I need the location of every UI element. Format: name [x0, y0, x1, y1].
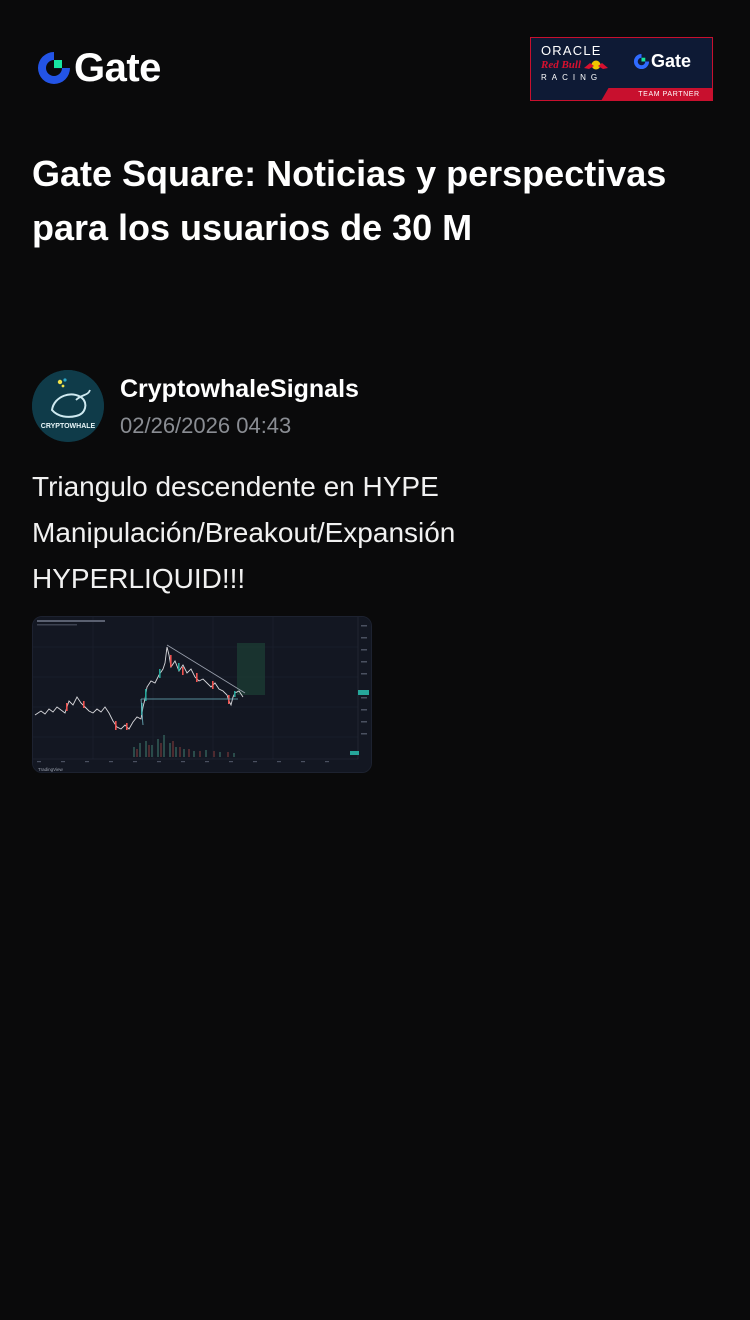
partner-gate-logo: Gate — [633, 52, 691, 70]
page-title: Gate Square: Noticias y perspectivas par… — [32, 153, 667, 248]
team-partner-text: TEAM PARTNER — [638, 91, 700, 98]
post-body-line: Manipulación/Breakout/Expansión — [32, 517, 456, 548]
post-image[interactable]: TradingView — [32, 616, 372, 773]
gate-logo-icon — [38, 52, 70, 84]
gate-logo[interactable]: Gate — [36, 46, 161, 90]
post-body: Triangulo descendente en HYPE Manipulaci… — [32, 464, 722, 602]
tradingview-watermark: TradingView — [38, 767, 64, 772]
partner-gate-text: Gate — [651, 51, 692, 71]
page: Gate ORACLE Red Bull RACING Gate TEAM PA… — [0, 0, 750, 1320]
racing-text: RACING — [541, 73, 603, 82]
author-name[interactable]: CryptowhaleSignals — [120, 374, 359, 404]
post-body-line: Triangulo descendente en HYPE — [32, 471, 439, 502]
whale-avatar-icon: CRYPTOWHALE — [32, 370, 104, 442]
gate-mini-icon — [633, 53, 650, 69]
avatar-label: CRYPTOWHALE — [41, 423, 96, 430]
partner-banner[interactable]: ORACLE Red Bull RACING Gate TEAM PARTNER — [530, 37, 713, 101]
avatar[interactable]: CRYPTOWHALE — [32, 370, 104, 442]
oracle-redbull-racing-logo: ORACLE Red Bull RACING — [541, 44, 621, 84]
bull-icon — [584, 60, 609, 70]
redbull-row: Red Bull — [541, 59, 621, 71]
gate-logo-text: Gate — [74, 46, 161, 90]
post-body-line: HYPERLIQUID!!! — [32, 563, 246, 594]
post-timestamp: 02/26/2026 04:43 — [120, 413, 292, 438]
redbull-text: Red Bull — [541, 59, 582, 71]
chart-thumbnail: TradingView — [33, 617, 371, 772]
oracle-text: ORACLE — [541, 43, 602, 58]
header: Gate ORACLE Red Bull RACING Gate TEAM PA… — [0, 0, 750, 140]
